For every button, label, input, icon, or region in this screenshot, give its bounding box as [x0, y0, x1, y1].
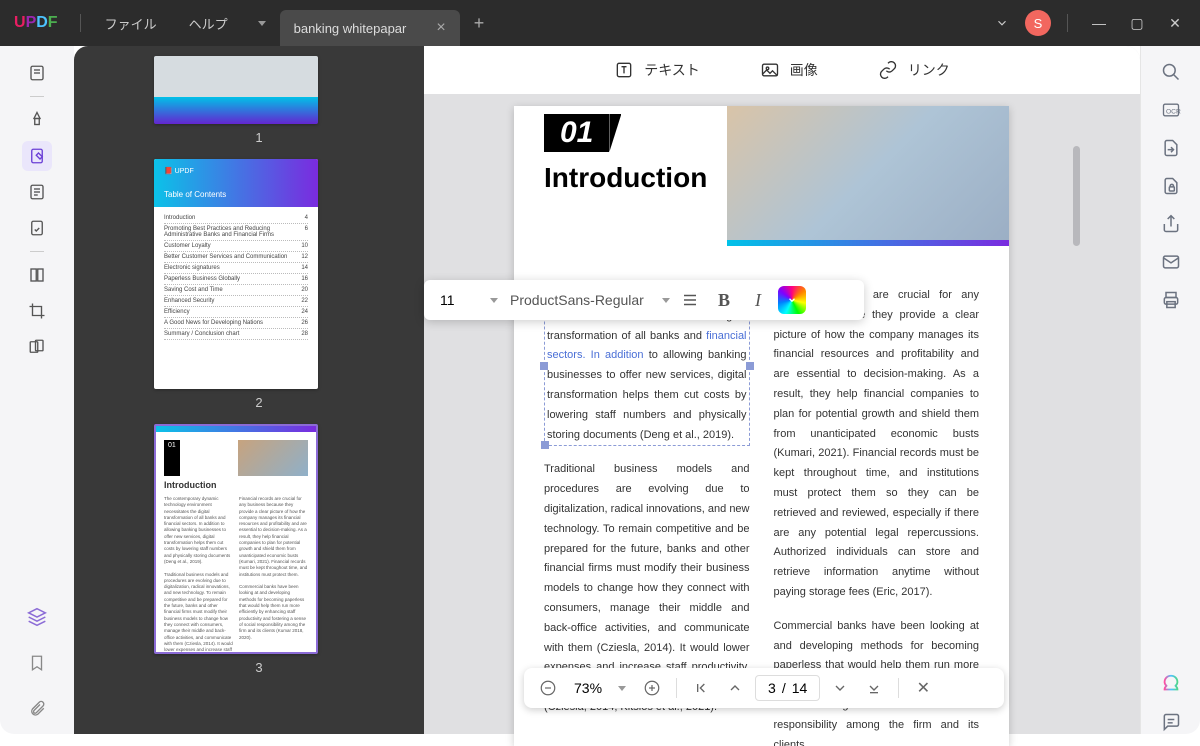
menu-help[interactable]: ヘルプ — [173, 14, 244, 33]
zoom-in-button[interactable] — [638, 674, 666, 702]
thumbnail-panel: 1 📕 UPDFTable of Contents Introduction4P… — [74, 46, 424, 734]
body-text[interactable]: Financial records are crucial for any bu… — [774, 286, 980, 603]
prev-page-button[interactable] — [721, 674, 749, 702]
window-close-icon[interactable]: ✕ — [1160, 8, 1190, 38]
window-maximize-icon[interactable]: ▢ — [1122, 8, 1152, 38]
edit-link-mode[interactable]: リンク — [878, 60, 950, 80]
svg-text:OCR: OCR — [1166, 108, 1181, 115]
share-icon[interactable] — [1159, 212, 1183, 236]
thumb-number: 3 — [154, 660, 364, 675]
protect-icon[interactable] — [1159, 174, 1183, 198]
layers-icon[interactable] — [22, 602, 52, 632]
edit-mode-tools: テキスト 画像 リンク — [424, 46, 1140, 94]
text-format-toolbar: 11 ProductSans-Regular B I — [424, 280, 864, 320]
tab-list-dropdown[interactable] — [244, 21, 280, 26]
title-bar: UPDF ファイル ヘルプ banking whitepapar × + S —… — [0, 0, 1200, 46]
scrollbar-thumb[interactable] — [1073, 146, 1080, 246]
align-icon[interactable] — [676, 286, 704, 314]
document-area: テキスト 画像 リンク 01 Introduction The contempo… — [424, 46, 1140, 734]
first-page-button[interactable] — [687, 674, 715, 702]
section-badge: 01 — [544, 114, 609, 152]
bold-icon[interactable]: B — [710, 286, 738, 314]
next-page-button[interactable] — [826, 674, 854, 702]
ocr-icon[interactable]: OCR — [1159, 98, 1183, 122]
document-tab[interactable]: banking whitepapar × — [280, 10, 460, 46]
page-tool-icon[interactable] — [22, 177, 52, 207]
ai-icon[interactable] — [1159, 672, 1183, 696]
tab-close-icon[interactable]: × — [436, 19, 445, 37]
thumbnail-page-2[interactable]: 📕 UPDFTable of Contents Introduction4Pro… — [154, 159, 318, 389]
zoom-out-button[interactable] — [534, 674, 562, 702]
close-bar-button[interactable]: ✕ — [909, 674, 937, 702]
edit-text-tool-icon[interactable] — [22, 141, 52, 171]
chevron-down-icon[interactable] — [987, 8, 1017, 38]
export-icon[interactable] — [1159, 136, 1183, 160]
page-number-input[interactable]: 3/14 — [755, 675, 820, 701]
page-view[interactable]: 01 Introduction The contemporary, dynami… — [514, 106, 1009, 746]
italic-icon[interactable]: I — [744, 286, 772, 314]
thumb-number: 2 — [154, 395, 364, 410]
bookmark-icon[interactable] — [22, 648, 52, 678]
last-page-button[interactable] — [860, 674, 888, 702]
edit-image-mode[interactable]: 画像 — [760, 60, 818, 80]
highlighter-tool-icon[interactable] — [22, 105, 52, 135]
color-picker-icon[interactable] — [778, 286, 806, 314]
page-title: Introduction — [544, 162, 707, 194]
font-family-select[interactable]: ProductSans-Regular — [510, 292, 670, 308]
zoom-level-select[interactable]: 73% — [568, 680, 632, 696]
user-avatar[interactable]: S — [1025, 10, 1051, 36]
hero-image — [727, 106, 1009, 246]
tab-add-button[interactable]: + — [460, 13, 499, 34]
right-rail: OCR — [1140, 46, 1200, 734]
thumbnail-page-3[interactable]: 01 Introduction The contemporary dynamic… — [154, 424, 318, 654]
left-rail — [0, 46, 74, 734]
edit-text-mode[interactable]: テキスト — [614, 60, 700, 80]
page-control-bar: 73% 3/14 ✕ — [524, 668, 1004, 708]
print-icon[interactable] — [1159, 288, 1183, 312]
font-size-select[interactable]: 11 — [434, 292, 504, 308]
tab-title: banking whitepapar — [294, 21, 407, 36]
window-minimize-icon[interactable]: — — [1084, 8, 1114, 38]
app-logo: UPDF — [0, 14, 72, 32]
menu-file[interactable]: ファイル — [89, 14, 173, 33]
thumbnail-page-1[interactable] — [154, 56, 318, 124]
thumb-number: 1 — [154, 130, 364, 145]
search-icon[interactable] — [1159, 60, 1183, 84]
email-icon[interactable] — [1159, 250, 1183, 274]
reader-tool-icon[interactable] — [22, 58, 52, 88]
compare-tool-icon[interactable] — [22, 332, 52, 362]
attachment-icon[interactable] — [22, 694, 52, 724]
organize-tool-icon[interactable] — [22, 260, 52, 290]
comment-icon[interactable] — [1159, 710, 1183, 734]
crop-tool-icon[interactable] — [22, 296, 52, 326]
form-tool-icon[interactable] — [22, 213, 52, 243]
